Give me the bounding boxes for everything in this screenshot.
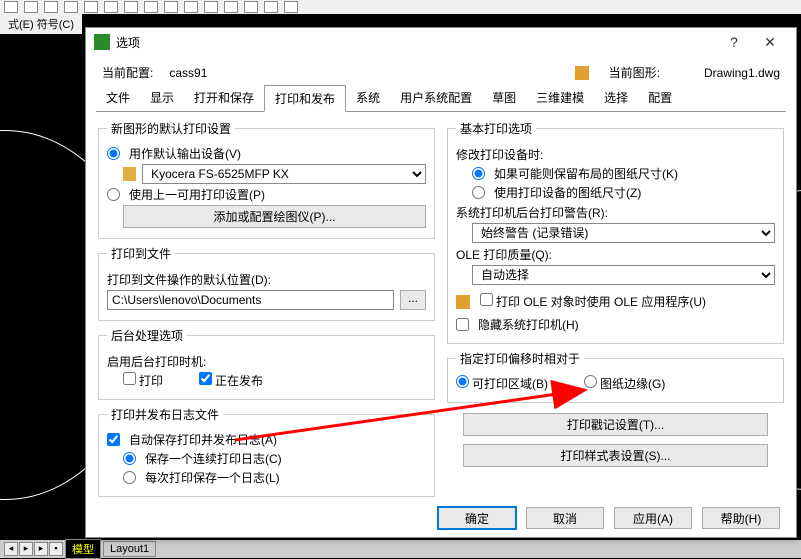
titlebar: 选项 ? ✕: [86, 28, 796, 56]
fieldset-offset: 指定打印偏移时相对于 可打印区域(B) 图纸边缘(G): [447, 350, 784, 403]
radio-per-plot-log[interactable]: 每次打印保存一个日志(L): [123, 469, 426, 486]
plot-stamp-button[interactable]: 打印戳记设置(T)...: [463, 413, 768, 436]
legend: 打印并发布日志文件: [107, 406, 223, 423]
cad-status-tabs: ◂▸▸▪ 模型 Layout1: [0, 540, 801, 558]
tab-open-save[interactable]: 打开和保存: [184, 85, 264, 111]
device-select[interactable]: Kyocera FS-6525MFP KX: [142, 164, 426, 184]
legend: 基本打印选项: [456, 120, 536, 137]
chk-ole-app[interactable]: 打印 OLE 对象时使用 OLE 应用程序(U): [480, 293, 706, 310]
tab-selection[interactable]: 选择: [594, 85, 638, 111]
model-tab[interactable]: 模型: [65, 539, 101, 559]
options-dialog: 选项 ? ✕ 当前配置: cass91 当前图形: Drawing1.dwg 文…: [85, 27, 797, 538]
ole-quality-label: OLE 打印质量(Q):: [456, 246, 775, 263]
cad-toolbar: [0, 0, 801, 14]
default-location-label: 打印到文件操作的默认位置(D):: [107, 271, 426, 288]
spool-alert-label: 系统打印机后台打印警告(R):: [456, 204, 775, 221]
dwg-icon: [456, 295, 470, 309]
plot-style-button[interactable]: 打印样式表设置(S)...: [463, 444, 768, 467]
fieldset-background: 后台处理选项 启用后台打印时机: 打印 正在发布: [98, 327, 435, 400]
fieldset-log: 打印并发布日志文件 自动保存打印并发布日志(A) 保存一个连续打印日志(C) 每…: [98, 406, 435, 497]
radio-keep-size[interactable]: 如果可能则保留布局的图纸尺寸(K): [472, 165, 775, 182]
legend: 打印到文件: [107, 245, 175, 262]
radio-printable-area[interactable]: 可打印区域(B): [456, 375, 548, 392]
tab-files[interactable]: 文件: [96, 85, 140, 111]
ole-quality-select[interactable]: 自动选择: [472, 265, 775, 285]
spool-alert-select[interactable]: 始终警告 (记录错误): [472, 223, 775, 243]
close-icon[interactable]: ✕: [752, 34, 788, 51]
path-input[interactable]: [107, 290, 394, 310]
fieldset-basic-plot: 基本打印选项 修改打印设备时: 如果可能则保留布局的图纸尺寸(K) 使用打印设备…: [447, 120, 784, 344]
profile-value: cass91: [169, 66, 207, 80]
help-icon[interactable]: ?: [716, 34, 752, 50]
profile-label: 当前配置:: [102, 64, 153, 81]
fieldset-plot-to-file: 打印到文件 打印到文件操作的默认位置(D): ...: [98, 245, 435, 321]
legend: 指定打印偏移时相对于: [456, 350, 584, 367]
legend: 新图形的默认打印设置: [107, 120, 235, 137]
drawing-value: Drawing1.dwg: [704, 66, 780, 80]
tab-user-prefs[interactable]: 用户系统配置: [390, 85, 482, 111]
options-tabs: 文件 显示 打开和保存 打印和发布 系统 用户系统配置 草图 三维建模 选择 配…: [96, 85, 786, 112]
dialog-footer: 确定 取消 应用(A) 帮助(H): [86, 499, 796, 537]
apply-button[interactable]: 应用(A): [614, 507, 692, 529]
radio-default-device[interactable]: 用作默认输出设备(V): [107, 145, 426, 162]
app-icon: [94, 34, 110, 50]
radio-last-settings[interactable]: 使用上一可用打印设置(P): [107, 186, 426, 203]
tab-3d[interactable]: 三维建模: [526, 85, 594, 111]
chk-hide-printers[interactable]: 隐藏系统打印机(H): [456, 316, 775, 333]
cad-menubar: 式(E) 符号(C): [0, 14, 82, 34]
tab-plot-publish[interactable]: 打印和发布: [264, 85, 346, 112]
tab-drafting[interactable]: 草图: [482, 85, 526, 111]
legend: 后台处理选项: [107, 327, 187, 344]
printer-icon: [123, 167, 136, 181]
radio-continuous-log[interactable]: 保存一个连续打印日志(C): [123, 450, 426, 467]
radio-paper-edge[interactable]: 图纸边缘(G): [584, 375, 665, 392]
chk-publish[interactable]: 正在发布: [199, 372, 263, 389]
tab-system[interactable]: 系统: [346, 85, 390, 111]
fieldset-new-drawing-plot: 新图形的默认打印设置 用作默认输出设备(V) Kyocera FS-6525MF…: [98, 120, 435, 239]
ok-button[interactable]: 确定: [438, 507, 516, 529]
change-device-label: 修改打印设备时:: [456, 146, 775, 163]
help-button[interactable]: 帮助(H): [702, 507, 780, 529]
cancel-button[interactable]: 取消: [526, 507, 604, 529]
drawing-label: 当前图形:: [609, 64, 660, 81]
radio-use-device-size[interactable]: 使用打印设备的图纸尺寸(Z): [472, 184, 775, 201]
add-plotter-button[interactable]: 添加或配置绘图仪(P)...: [123, 205, 426, 228]
dialog-title: 选项: [116, 34, 716, 51]
chk-print[interactable]: 打印: [123, 372, 163, 389]
browse-button[interactable]: ...: [400, 290, 426, 310]
tab-profiles[interactable]: 配置: [638, 85, 682, 111]
chk-auto-save-log[interactable]: 自动保存打印并发布日志(A): [107, 431, 426, 448]
dwg-icon: [575, 66, 589, 80]
layout-tab[interactable]: Layout1: [103, 541, 156, 557]
tab-display[interactable]: 显示: [140, 85, 184, 111]
bg-when-label: 启用后台打印时机:: [107, 353, 426, 370]
